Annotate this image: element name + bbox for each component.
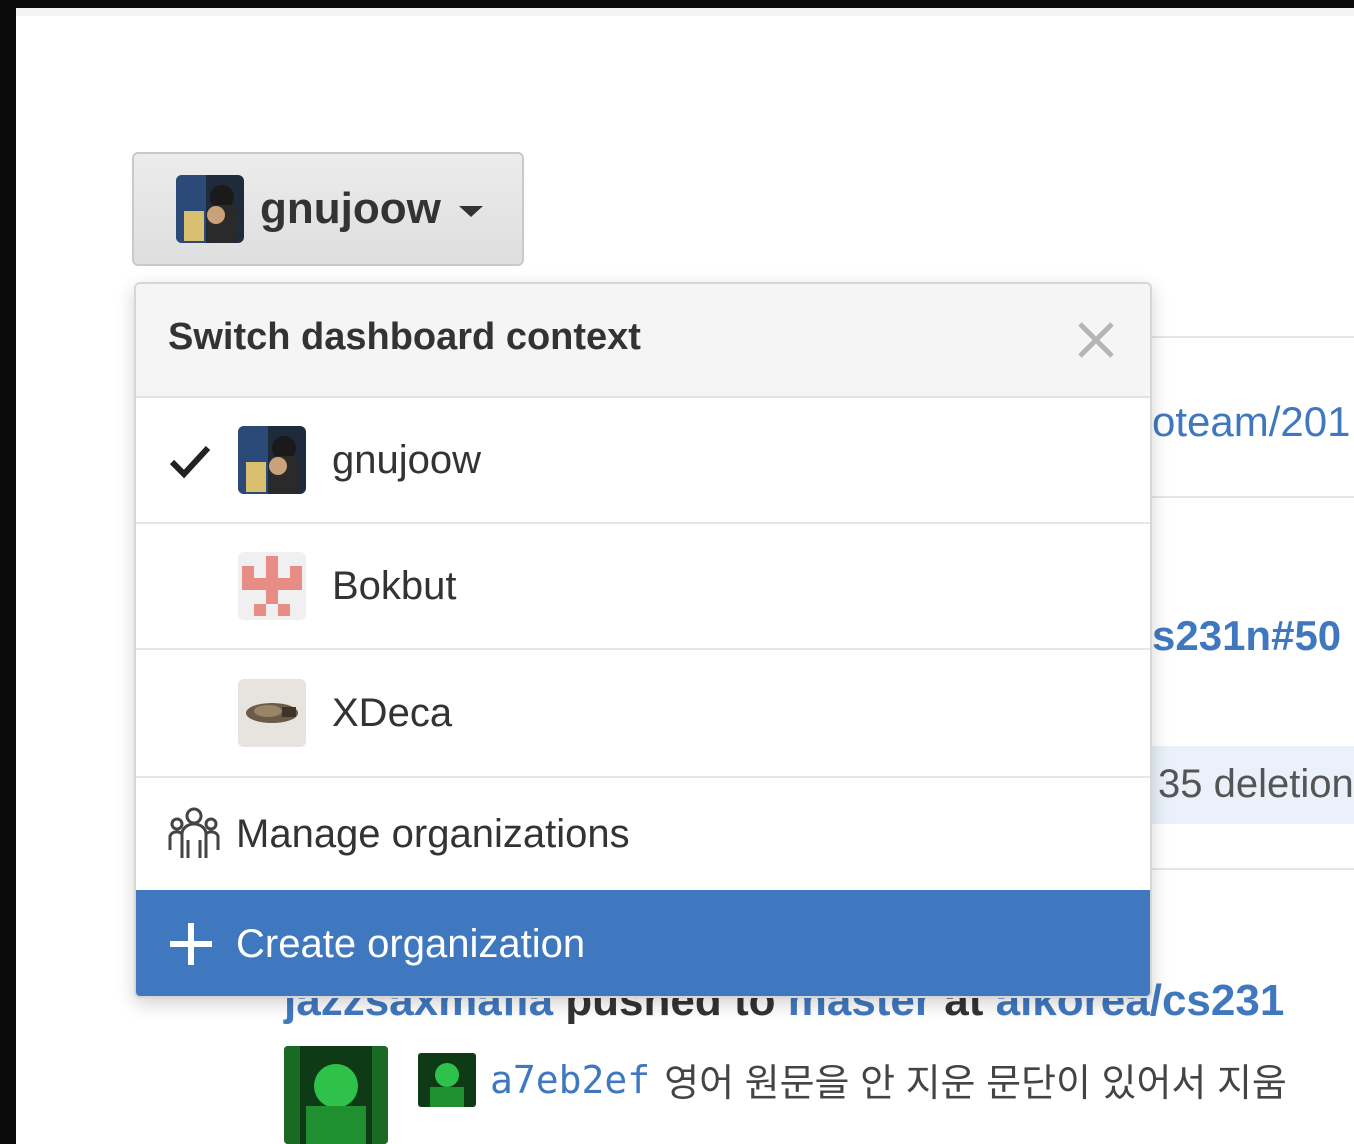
feed-divider	[1150, 336, 1354, 338]
check-icon	[169, 445, 211, 479]
context-item-bokbut[interactable]: Bokbut	[136, 524, 1150, 650]
menu-title: Switch dashboard context	[168, 316, 641, 358]
org-avatar	[238, 552, 306, 620]
close-icon[interactable]	[1074, 318, 1118, 362]
window-left-edge	[0, 0, 16, 1144]
feed-divider	[1150, 868, 1354, 870]
manage-organizations-item[interactable]: Manage organizations	[136, 778, 1150, 890]
feed-divider	[1150, 496, 1354, 498]
dashboard-context-menu: Switch dashboard context gnujoow Bokbut …	[134, 282, 1152, 998]
page-top-strip	[16, 8, 1354, 16]
caret-down-icon	[458, 205, 483, 217]
menu-header: Switch dashboard context	[136, 284, 1150, 398]
account-switcher-button[interactable]: gnujoow	[132, 152, 524, 266]
commit-message: 영어 원문을 안 지운 문단이 있어서 지움	[664, 1063, 1287, 1105]
create-organization-item[interactable]: Create organization	[136, 890, 1150, 996]
context-item-label: gnujoow	[332, 437, 482, 482]
context-item-label: XDeca	[332, 690, 453, 735]
feed-issue-link[interactable]: s231n#50	[1152, 612, 1341, 660]
plus-icon	[170, 923, 212, 965]
create-organization-label: Create organization	[236, 921, 586, 966]
manage-organizations-label: Manage organizations	[236, 811, 630, 856]
actor-avatar[interactable]	[284, 1046, 388, 1144]
organization-icon	[168, 807, 220, 858]
commit-row: a7eb2ef 영어 원문을 안 지운 문단이 있어서 지움	[418, 1052, 1287, 1107]
commit-author-avatar[interactable]	[418, 1052, 476, 1107]
user-avatar	[176, 175, 244, 243]
account-username: gnujoow	[260, 184, 441, 233]
context-item-xdeca[interactable]: XDeca	[136, 650, 1150, 778]
feed-repo-link[interactable]: oteam/201	[1152, 398, 1350, 446]
context-item-gnujoow[interactable]: gnujoow	[136, 398, 1150, 524]
context-item-label: Bokbut	[332, 563, 457, 608]
feed-diff-stat: 35 deletions	[1150, 746, 1354, 824]
commit-sha-link[interactable]: a7eb2ef	[490, 1058, 650, 1102]
org-avatar	[238, 679, 306, 747]
user-avatar	[238, 426, 306, 494]
